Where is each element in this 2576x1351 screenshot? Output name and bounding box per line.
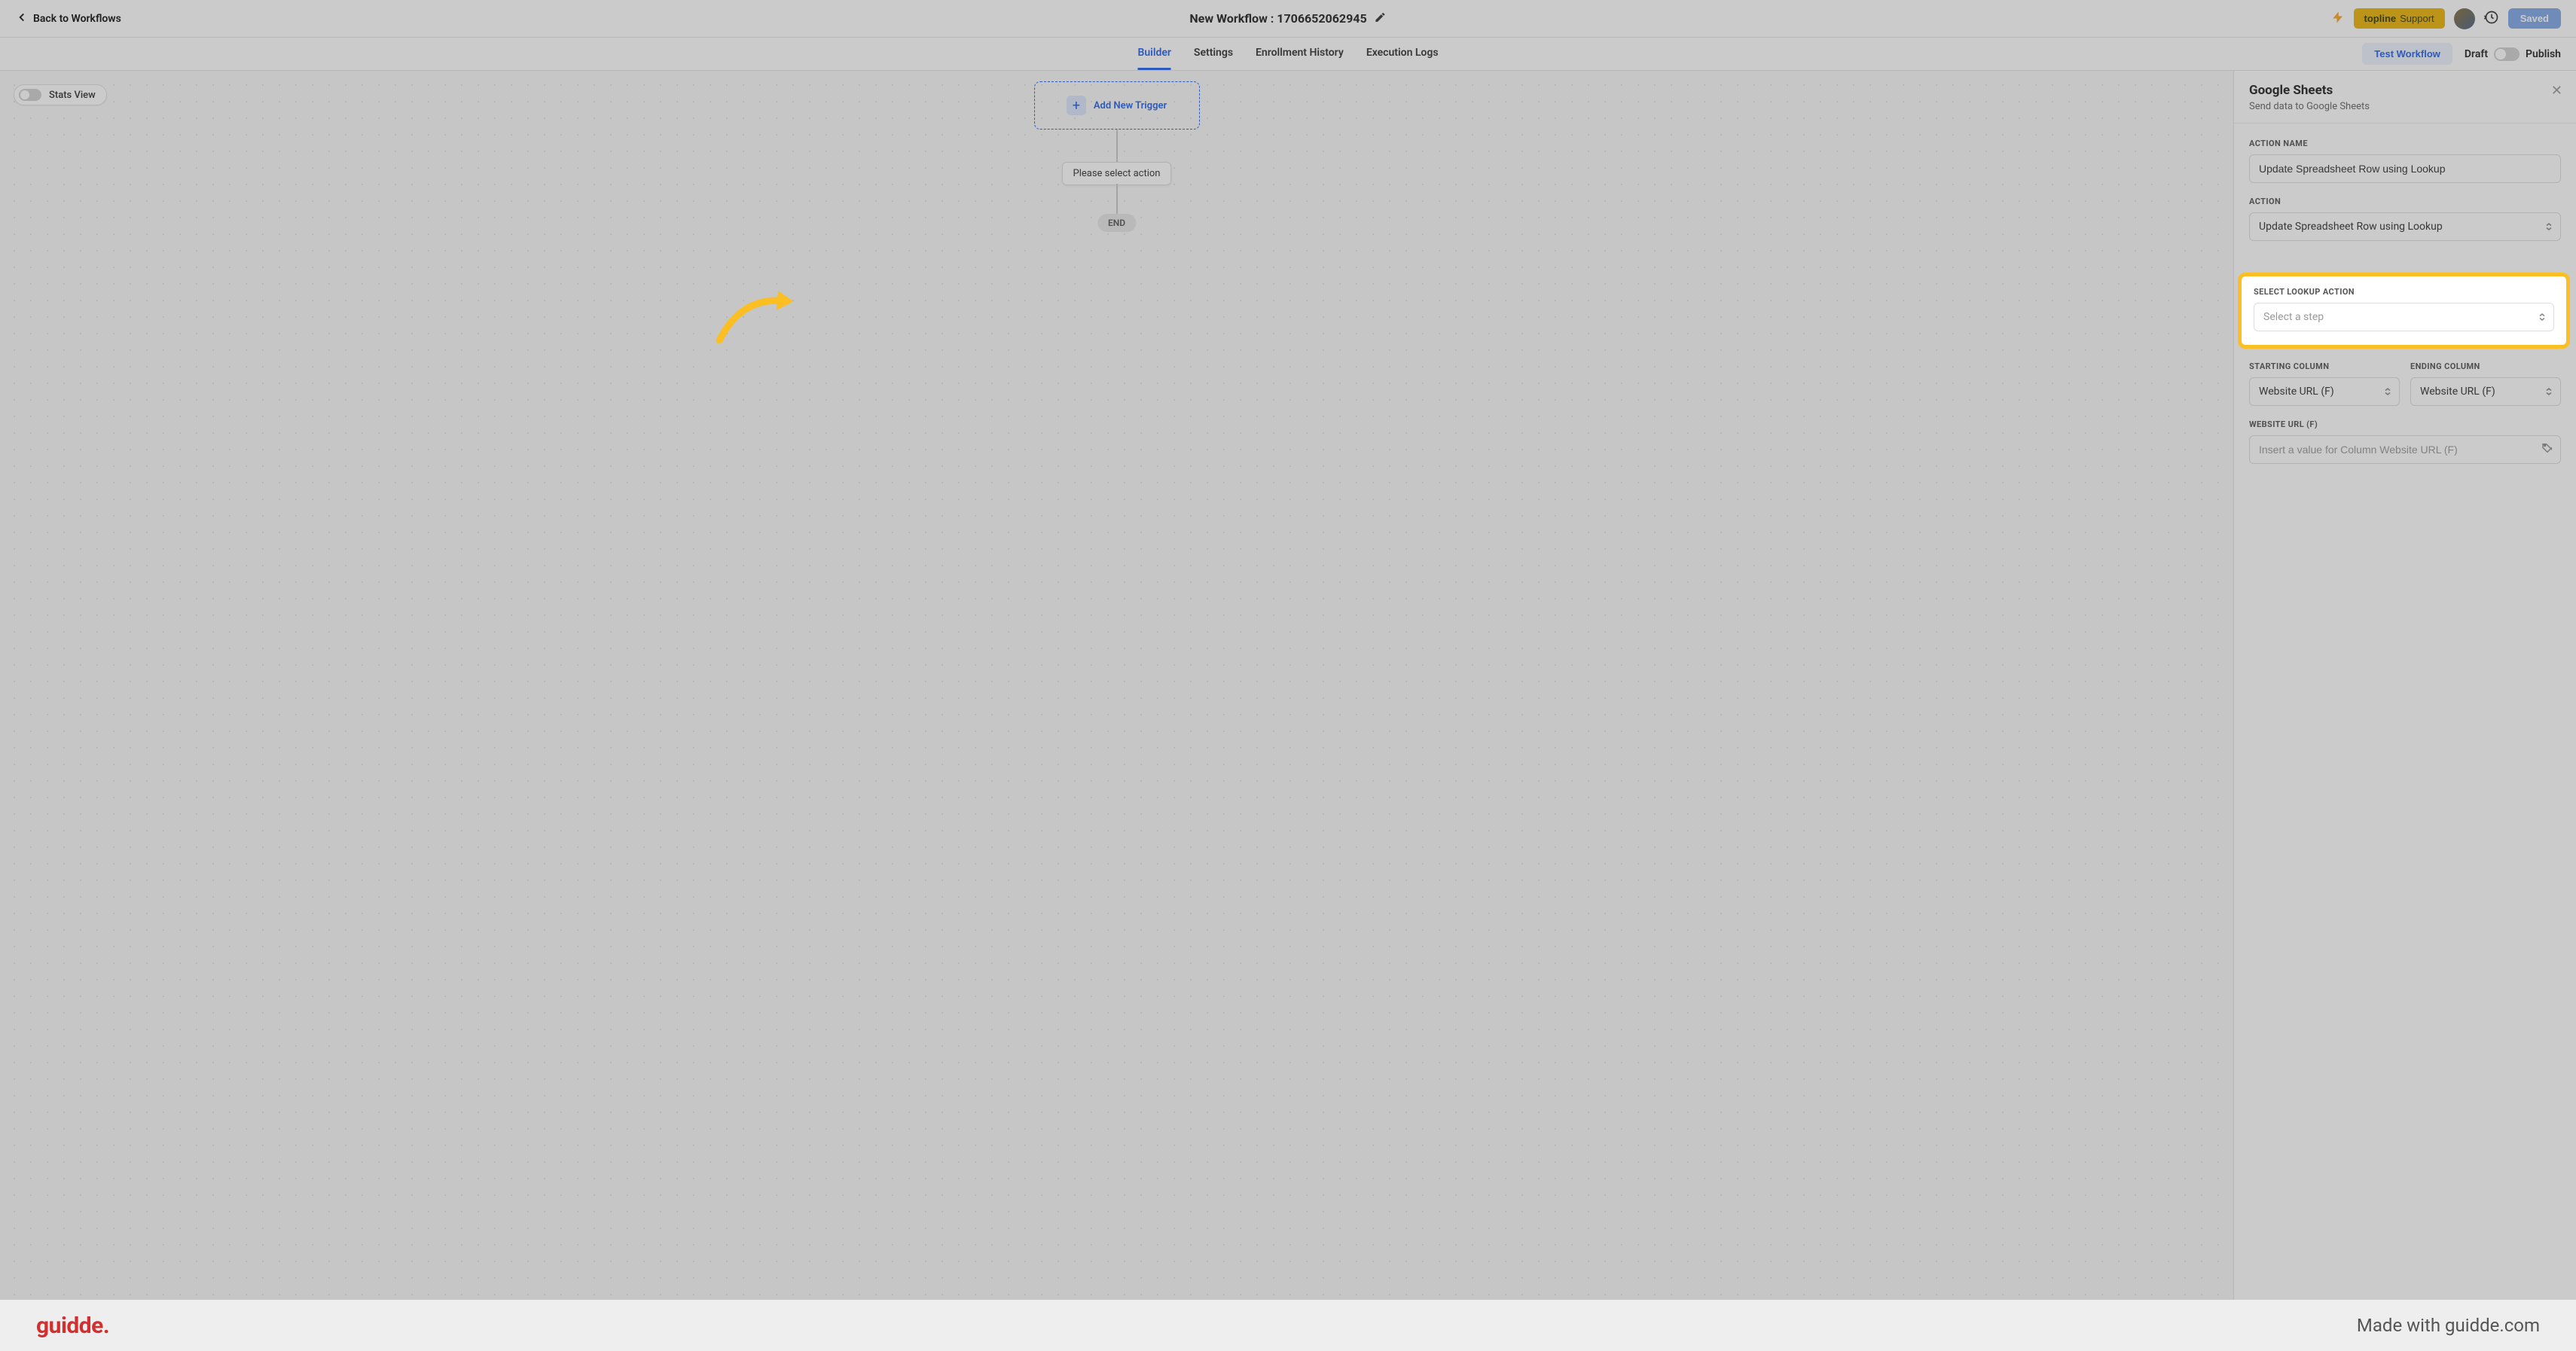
draft-label: Draft xyxy=(2465,48,2488,60)
action-select-value: Update Spreadsheet Row using Lookup xyxy=(2249,212,2561,241)
footer-text: Made with guidde.com xyxy=(2357,1315,2540,1336)
publish-toggle[interactable] xyxy=(2494,47,2520,61)
starting-column-select[interactable]: Website URL (F) xyxy=(2249,377,2400,406)
user-avatar[interactable] xyxy=(2454,8,2475,29)
connector-line xyxy=(1116,130,1118,162)
test-workflow-button[interactable]: Test Workflow xyxy=(2362,43,2452,65)
chevron-left-icon xyxy=(15,11,29,27)
connector-line xyxy=(1116,184,1118,214)
add-trigger-label: Add New Trigger xyxy=(1094,100,1167,111)
panel-subtitle: Send data to Google Sheets xyxy=(2249,101,2561,112)
website-url-input[interactable] xyxy=(2249,435,2561,464)
starting-column-group: STARTING COLUMN Website URL (F) xyxy=(2249,361,2400,406)
action-name-group: ACTION NAME xyxy=(2249,139,2561,183)
workflow-canvas[interactable]: Stats View + Add New Trigger Please sele… xyxy=(0,71,2233,1351)
ending-column-label: ENDING COLUMN xyxy=(2410,361,2561,371)
support-button[interactable]: topline Support xyxy=(2354,8,2445,29)
tag-icon[interactable] xyxy=(2541,442,2553,457)
bolt-icon[interactable] xyxy=(2331,11,2345,27)
lookup-action-select[interactable]: Select a step xyxy=(2254,303,2554,331)
add-trigger-button[interactable]: + Add New Trigger xyxy=(1034,81,1200,130)
guidde-logo: guidde. xyxy=(36,1313,109,1339)
support-label: Support xyxy=(2400,13,2434,24)
website-url-label: WEBSITE URL (F) xyxy=(2249,419,2561,429)
tab-enrollment-history[interactable]: Enrollment History xyxy=(1256,38,1344,70)
tab-execution-logs[interactable]: Execution Logs xyxy=(1366,38,1439,70)
workflow-title: New Workflow : 1706652062945 xyxy=(1189,11,1366,26)
end-node: END xyxy=(1097,214,1136,232)
website-url-group: WEBSITE URL (F) xyxy=(2249,419,2561,464)
history-icon[interactable] xyxy=(2484,10,2499,28)
app-header: Back to Workflows New Workflow : 1706652… xyxy=(0,0,2576,38)
tab-builder[interactable]: Builder xyxy=(1137,38,1170,70)
header-right: topline Support Saved xyxy=(2331,8,2561,29)
action-name-input[interactable] xyxy=(2249,154,2561,183)
starting-column-value: Website URL (F) xyxy=(2249,377,2400,406)
publish-toggle-group: Draft Publish xyxy=(2465,47,2561,61)
panel-title: Google Sheets xyxy=(2249,83,2561,98)
action-name-label: ACTION NAME xyxy=(2249,139,2561,148)
website-url-input-wrap xyxy=(2249,435,2561,464)
stats-view-toggle-pill: Stats View xyxy=(14,84,107,105)
action-node[interactable]: Please select action xyxy=(1062,162,1172,185)
stats-view-label: Stats View xyxy=(49,90,96,101)
panel-header: Google Sheets Send data to Google Sheets… xyxy=(2234,71,2576,124)
subheader: Builder Settings Enrollment History Exec… xyxy=(0,38,2576,71)
ending-column-group: ENDING COLUMN Website URL (F) xyxy=(2410,361,2561,406)
stats-view-toggle[interactable] xyxy=(19,89,41,101)
subheader-right: Test Workflow Draft Publish xyxy=(2362,43,2561,65)
main-area: Stats View + Add New Trigger Please sele… xyxy=(0,71,2576,1351)
ending-column-select[interactable]: Website URL (F) xyxy=(2410,377,2561,406)
support-brand: topline xyxy=(2364,13,2397,24)
back-label: Back to Workflows xyxy=(33,13,121,25)
lookup-action-label: SELECT LOOKUP ACTION xyxy=(2254,287,2554,297)
plus-icon: + xyxy=(1067,96,1086,115)
header-center: New Workflow : 1706652062945 xyxy=(1189,11,1386,26)
starting-column-label: STARTING COLUMN xyxy=(2249,361,2400,371)
lookup-highlight-section: SELECT LOOKUP ACTION Select a step xyxy=(2238,273,2570,349)
side-panel: Google Sheets Send data to Google Sheets… xyxy=(2233,71,2576,1351)
saved-button[interactable]: Saved xyxy=(2508,8,2561,29)
ending-column-value: Website URL (F) xyxy=(2410,377,2561,406)
edit-icon[interactable] xyxy=(1375,11,1387,26)
action-group: ACTION Update Spreadsheet Row using Look… xyxy=(2249,197,2561,241)
back-to-workflows-link[interactable]: Back to Workflows xyxy=(15,11,121,27)
close-icon[interactable]: ✕ xyxy=(2551,83,2562,99)
tabs: Builder Settings Enrollment History Exec… xyxy=(1137,38,1438,70)
publish-label: Publish xyxy=(2526,48,2561,60)
action-select[interactable]: Update Spreadsheet Row using Lookup xyxy=(2249,212,2561,241)
column-row: STARTING COLUMN Website URL (F) ENDING C… xyxy=(2249,361,2561,406)
tab-settings[interactable]: Settings xyxy=(1194,38,1233,70)
footer: guidde. Made with guidde.com xyxy=(0,1300,2576,1351)
lookup-action-placeholder: Select a step xyxy=(2254,303,2554,331)
action-label: ACTION xyxy=(2249,197,2561,206)
